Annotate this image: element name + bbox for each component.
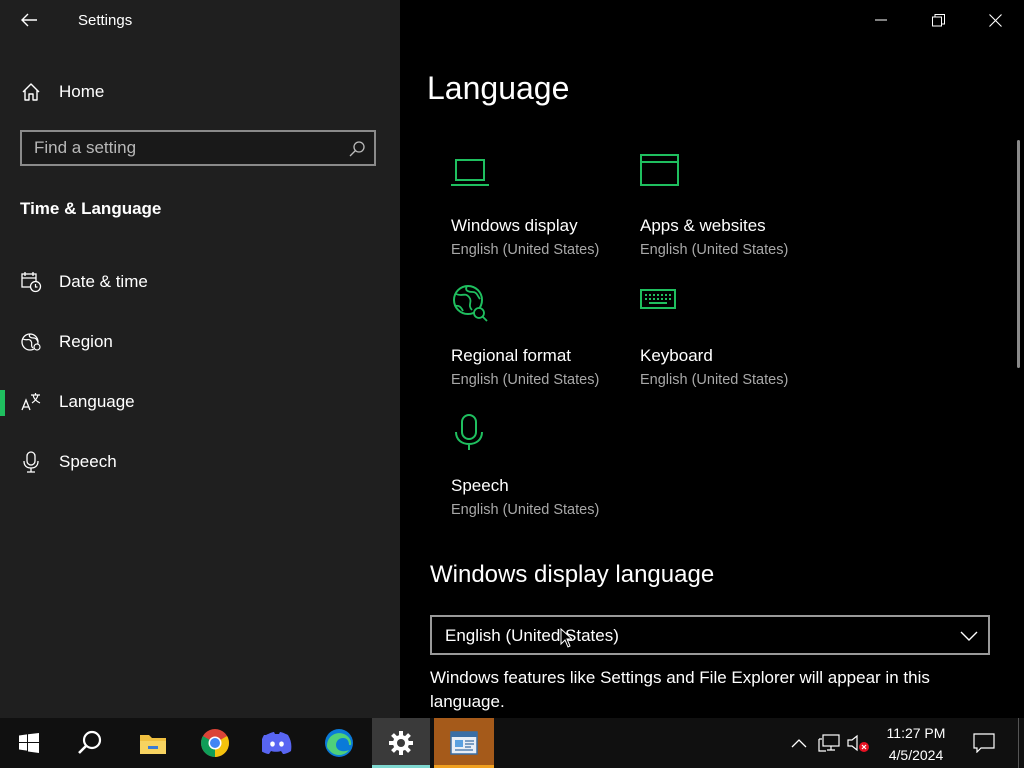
tile-value: English (United States)	[640, 242, 789, 258]
action-center-button[interactable]	[972, 731, 996, 755]
display-language-heading: Windows display language	[430, 561, 715, 588]
calendar-clock-icon	[20, 271, 42, 293]
tile-value: English (United States)	[451, 372, 600, 388]
show-desktop-button[interactable]	[1018, 718, 1019, 768]
sidebar-item-date-time[interactable]: Date & time	[0, 260, 400, 304]
tile-label: Regional format	[451, 346, 572, 365]
clock-time: 11:27 PM	[886, 725, 946, 741]
sidebar-item-home[interactable]: Home	[0, 70, 400, 114]
taskbar-settings[interactable]	[372, 718, 430, 768]
page-title: Language	[427, 70, 570, 106]
taskbar-chrome[interactable]	[186, 718, 244, 768]
tile-value: English (United States)	[451, 502, 600, 518]
sidebar-item-language[interactable]: Language	[0, 380, 400, 424]
search-icon[interactable]	[348, 140, 366, 158]
discord-icon	[262, 732, 292, 754]
restore-icon	[931, 13, 945, 26]
chevron-down-icon	[960, 631, 978, 641]
network-button[interactable]	[817, 731, 841, 755]
tile-value: English (United States)	[640, 372, 789, 388]
taskbar-app[interactable]	[434, 718, 494, 768]
app-window-icon	[640, 154, 679, 186]
active-indicator	[0, 390, 5, 416]
search-box[interactable]	[20, 130, 376, 166]
tile-speech[interactable]: Speech English (United States)	[451, 414, 636, 524]
chrome-icon	[201, 729, 229, 757]
select-value: English (United States)	[445, 626, 619, 645]
back-arrow-icon	[21, 13, 37, 27]
taskbar: 11:27 PM 4/5/2024	[0, 718, 1024, 768]
language-icon	[20, 391, 42, 413]
display-language-select[interactable]: English (United States)	[430, 615, 990, 655]
microphone-icon	[455, 414, 483, 450]
network-icon	[818, 734, 840, 752]
sidebar-item-speech[interactable]: Speech	[0, 440, 400, 484]
back-button[interactable]	[14, 6, 44, 34]
home-icon	[20, 81, 42, 103]
section-heading: Time & Language	[20, 199, 162, 218]
app-window-icon	[450, 731, 478, 755]
tile-label: Windows display	[451, 216, 578, 235]
tile-label: Speech	[451, 476, 509, 495]
scrollbar[interactable]	[1017, 140, 1020, 368]
tile-keyboard[interactable]: Keyboard English (United States)	[640, 284, 825, 394]
sidebar: Settings Home Time & Language Date & tim…	[0, 0, 400, 718]
sidebar-item-label: Region	[59, 332, 113, 351]
folder-icon	[140, 735, 166, 754]
minimize-button[interactable]	[853, 0, 909, 40]
globe-icon	[453, 285, 488, 322]
search-input[interactable]	[34, 138, 334, 158]
taskbar-file-explorer[interactable]	[124, 718, 182, 768]
volume-button[interactable]	[846, 731, 870, 755]
app-title: Settings	[78, 12, 133, 29]
laptop-icon	[451, 159, 489, 186]
sidebar-item-region[interactable]: Region	[0, 320, 400, 364]
start-button[interactable]	[0, 718, 58, 768]
mouse-cursor-icon	[560, 628, 572, 648]
minimize-icon	[875, 19, 887, 21]
tile-label: Apps & websites	[640, 216, 766, 235]
tile-label: Keyboard	[640, 346, 713, 365]
tile-regional-format[interactable]: Regional format English (United States)	[451, 284, 636, 394]
tile-windows-display[interactable]: Windows display English (United States)	[451, 154, 636, 264]
sidebar-item-label: Date & time	[59, 272, 148, 291]
tile-value: English (United States)	[451, 242, 600, 258]
keyboard-icon	[640, 289, 676, 309]
chevron-up-icon	[791, 739, 807, 748]
taskbar-clock[interactable]: 11:27 PM 4/5/2024	[880, 722, 952, 766]
restore-button[interactable]	[910, 0, 966, 40]
windows-logo-icon	[19, 733, 39, 753]
tile-apps-websites[interactable]: Apps & websites English (United States)	[640, 154, 825, 264]
speaker-muted-icon	[847, 734, 869, 752]
sidebar-item-label: Language	[59, 392, 135, 411]
clock-date: 4/5/2024	[888, 747, 944, 763]
edge-icon	[325, 729, 353, 757]
sidebar-item-label: Speech	[59, 452, 117, 471]
show-hidden-icons-button[interactable]	[787, 731, 811, 755]
taskbar-discord[interactable]	[248, 718, 306, 768]
gear-icon	[389, 731, 413, 755]
close-button[interactable]	[967, 0, 1023, 40]
microphone-icon	[20, 451, 42, 473]
taskbar-edge[interactable]	[310, 718, 368, 768]
search-icon	[78, 730, 102, 754]
sidebar-item-label: Home	[59, 82, 105, 101]
taskbar-search-button[interactable]	[61, 718, 119, 768]
close-icon	[988, 13, 1002, 27]
globe-icon	[20, 331, 42, 353]
display-language-description: Windows features like Settings and File …	[430, 668, 930, 711]
notification-icon	[973, 733, 995, 753]
